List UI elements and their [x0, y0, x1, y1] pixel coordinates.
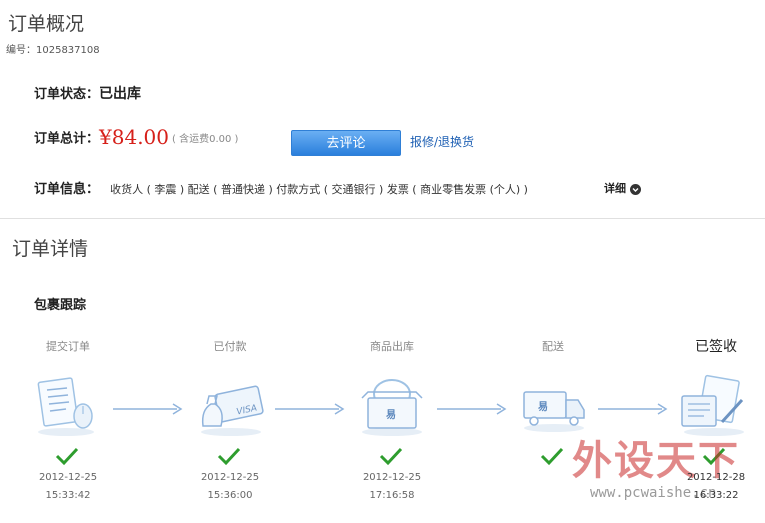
shipping-fee-note: ( 含运费0.00 ) [172, 133, 239, 145]
arrow-icon [113, 403, 183, 415]
step-date: 2012-12-25 [362, 472, 422, 483]
review-button[interactable]: 去评论 [291, 130, 401, 156]
arrow-icon [275, 403, 345, 415]
chevron-down-icon [629, 183, 641, 195]
step-label-delivery: 配送 [542, 340, 564, 353]
step-label-signed: 已签收 [695, 339, 737, 355]
order-form-icon [37, 377, 94, 436]
step-clock: 17:16:58 [369, 490, 415, 501]
checkmark-icon [379, 447, 403, 466]
checkmark-icon [217, 447, 241, 466]
step-time-shipped: 2012-12-25 17:16:58 [337, 469, 447, 505]
details-title: 订单详情 [12, 238, 89, 260]
order-total-amount: ¥84.00 [99, 125, 169, 149]
order-status-value: 已出库 [99, 86, 142, 102]
order-total-label: 订单总计： [34, 131, 100, 147]
order-number-label: 编号： [6, 45, 36, 56]
order-number: 编号：1025837108 [6, 41, 100, 56]
delivery-truck-icon: 易 [523, 391, 585, 432]
step-date: 2012-12-28 [686, 472, 746, 483]
step-date: 2012-12-25 [200, 472, 260, 483]
step-label-shipped: 商品出库 [370, 340, 414, 353]
step-time-submit: 2012-12-25 15:33:42 [13, 469, 123, 505]
detail-toggle-label: 详细 [604, 182, 626, 195]
bank-card-icon: VISA [201, 385, 264, 436]
order-info-row: 订单信息： 收货人 ( 李震 ) 配送 ( 普通快递 ) 付款方式 ( 交通银行… [34, 178, 528, 197]
step-label-submit: 提交订单 [46, 340, 90, 353]
step-date: 2012-12-25 [38, 472, 98, 483]
svg-text:易: 易 [538, 401, 548, 413]
order-status-row: 订单状态：已出库 [34, 83, 141, 103]
step-time-paid: 2012-12-25 15:36:00 [175, 469, 285, 505]
arrow-icon [598, 403, 668, 415]
step-label-paid: 已付款 [213, 340, 247, 353]
arrow-icon [437, 403, 507, 415]
step-clock: 15:36:00 [207, 490, 253, 501]
checkmark-icon [540, 447, 564, 466]
order-number-value: 1025837108 [36, 45, 100, 56]
step-clock: 15:33:42 [45, 490, 91, 501]
step-time-signed: 2012-12-28 16:33:22 [661, 469, 765, 505]
section-divider [0, 218, 765, 219]
checkmark-icon [55, 447, 79, 466]
repair-return-link[interactable]: 报修/退换货 [410, 133, 474, 150]
detail-toggle[interactable]: 详细 [604, 180, 641, 196]
svg-text:易: 易 [386, 409, 396, 421]
order-info-text: 收货人 ( 李震 ) 配送 ( 普通快递 ) 付款方式 ( 交通银行 ) 发票 … [110, 183, 528, 196]
order-status-label: 订单状态： [34, 87, 100, 102]
tracking-title: 包裹跟踪 [34, 298, 87, 313]
package-box-icon: 易 [361, 379, 423, 436]
step-clock: 16:33:22 [693, 490, 739, 501]
overview-title: 订单概况 [8, 13, 85, 35]
order-total-row: 订单总计：¥84.00( 含运费0.00 ) [34, 125, 238, 149]
order-info-label: 订单信息： [34, 182, 100, 197]
